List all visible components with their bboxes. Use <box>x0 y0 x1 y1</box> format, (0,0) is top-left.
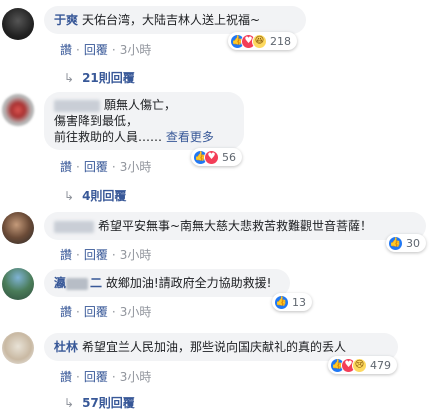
see-more-link[interactable]: 查看更多 <box>166 130 214 144</box>
reaction-summary[interactable]: 👍 13 <box>272 293 312 311</box>
reply-link[interactable]: 回覆 <box>84 248 108 262</box>
haha-icon: 😆 <box>252 33 267 49</box>
comment-text: 天佑台湾，大陆吉林人送上祝福~ <box>82 13 261 27</box>
author-name-suffix[interactable]: 二 <box>90 276 102 290</box>
comment-author[interactable]: 杜林 <box>54 340 78 354</box>
like-link[interactable]: 讚 <box>60 370 72 384</box>
comment-author[interactable]: 于爽 <box>54 13 78 27</box>
comment-actions: 讚 · 回覆 · 3小時 <box>60 43 152 57</box>
reaction-count: 13 <box>292 295 306 309</box>
reply-link[interactable]: 回覆 <box>84 305 108 319</box>
comment-text: 希望平安無事~南無大慈大悲救苦救難觀世音菩薩！ <box>98 219 373 233</box>
redacted-author <box>66 277 89 290</box>
comment-bubble: 希望平安無事~南無大慈大悲救苦救難觀世音菩薩！ <box>44 212 426 240</box>
timestamp[interactable]: 3小時 <box>120 248 152 262</box>
comment-actions: 讚 · 回覆 · 3小時 <box>60 370 152 384</box>
love-icon: ♥ <box>204 149 219 165</box>
reply-arrow-icon: ↳ <box>64 70 75 85</box>
reply-link[interactable]: 回覆 <box>84 43 108 57</box>
comment-text-line: 前往救助的人員…… <box>54 130 163 144</box>
reaction-summary[interactable]: 👍 30 <box>386 234 426 252</box>
comment-text-line: 願無人傷亡， <box>104 98 177 112</box>
avatar[interactable] <box>2 332 34 364</box>
redacted-author <box>54 99 100 112</box>
comment-bubble: 瀛二 故鄉加油!請政府全力協助救援! <box>44 269 290 297</box>
reaction-summary[interactable]: 👍 ♥ 😢 479 <box>328 356 397 374</box>
like-link[interactable]: 讚 <box>60 248 72 262</box>
replies-count[interactable]: 57則回覆 <box>82 394 135 411</box>
reply-link[interactable]: 回覆 <box>84 370 108 384</box>
replies-count[interactable]: 4則回覆 <box>82 187 126 204</box>
avatar[interactable] <box>2 94 34 126</box>
reaction-count: 30 <box>406 236 420 250</box>
view-replies[interactable]: ↳ 57則回覆 <box>64 394 135 411</box>
reaction-summary[interactable]: 👍 ♥ 😆 218 <box>228 32 297 50</box>
comment-bubble: 願無人傷亡， 傷害降到最低， 前往救助的人員…… 查看更多 <box>44 92 244 150</box>
reply-link[interactable]: 回覆 <box>84 160 108 174</box>
comment-text-line: 傷害降到最低， <box>54 114 139 128</box>
comment-text: 希望宜兰人民加油，那些说向国庆献礼的真的丢人 <box>82 340 347 354</box>
reply-arrow-icon: ↳ <box>64 188 75 203</box>
avatar[interactable] <box>2 212 34 244</box>
like-link[interactable]: 讚 <box>60 43 72 57</box>
reaction-count: 218 <box>270 34 291 48</box>
avatar[interactable] <box>2 268 34 300</box>
comment-actions: 讚 · 回覆 · 3小時 <box>60 248 152 262</box>
view-replies[interactable]: ↳ 4則回覆 <box>64 187 126 204</box>
author-name-visible[interactable]: 瀛 <box>54 276 66 290</box>
timestamp[interactable]: 3小時 <box>120 305 152 319</box>
sad-icon: 😢 <box>352 357 367 373</box>
comment-author[interactable]: 瀛二 <box>54 276 102 290</box>
redacted-author <box>54 220 94 233</box>
timestamp[interactable]: 3小時 <box>120 370 152 384</box>
like-link[interactable]: 讚 <box>60 305 72 319</box>
reply-arrow-icon: ↳ <box>64 395 75 410</box>
like-icon: 👍 <box>388 235 403 251</box>
replies-count[interactable]: 21則回覆 <box>82 69 135 86</box>
reaction-count: 56 <box>222 150 236 164</box>
reaction-count: 479 <box>370 358 391 372</box>
avatar[interactable] <box>2 8 34 40</box>
like-icon: 👍 <box>274 294 289 310</box>
timestamp[interactable]: 3小時 <box>120 160 152 174</box>
comment-actions: 讚 · 回覆 · 3小時 <box>60 160 152 174</box>
like-link[interactable]: 讚 <box>60 160 72 174</box>
comment-bubble: 于爽 天佑台湾，大陆吉林人送上祝福~ <box>44 6 306 34</box>
view-replies[interactable]: ↳ 21則回覆 <box>64 69 135 86</box>
reaction-summary[interactable]: 👍 ♥ 56 <box>191 148 242 166</box>
timestamp[interactable]: 3小時 <box>120 43 152 57</box>
comment-text: 故鄉加油!請政府全力協助救援! <box>105 276 272 290</box>
comment-actions: 讚 · 回覆 · 3小時 <box>60 305 152 319</box>
